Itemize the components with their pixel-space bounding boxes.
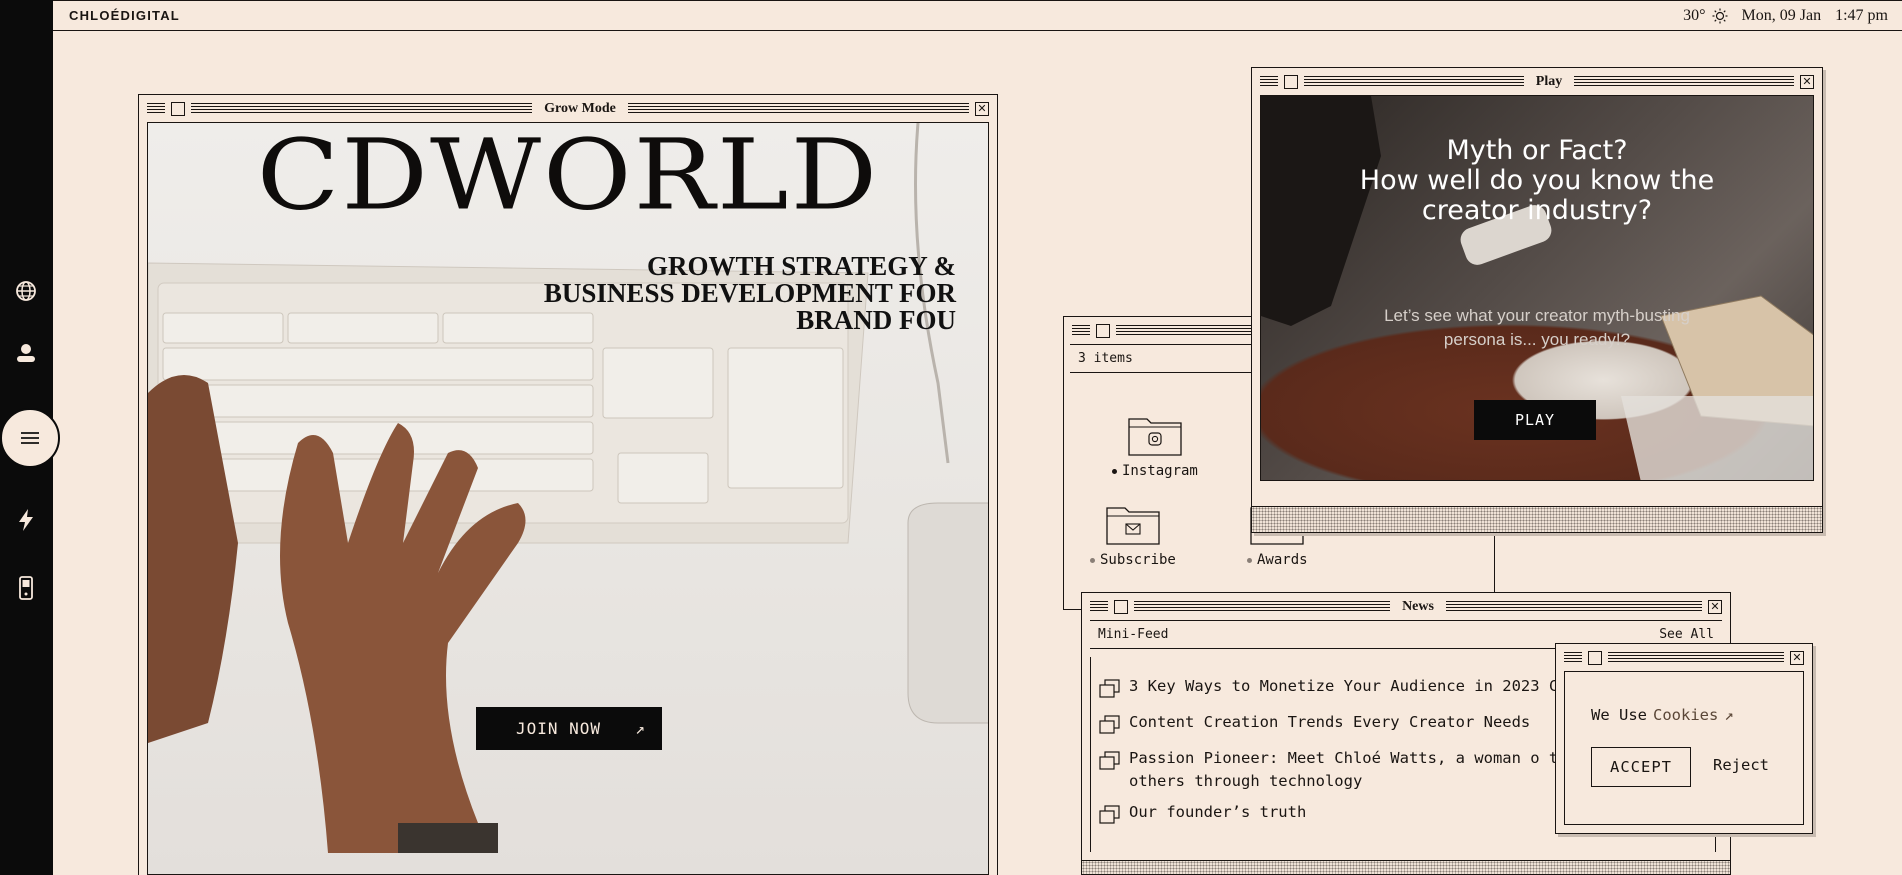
- play-titlebar[interactable]: Play ✕: [1252, 68, 1822, 95]
- subtext-line: persona is... you ready!?: [1443, 330, 1631, 349]
- copy-icon: [1099, 679, 1120, 698]
- close-icon[interactable]: ✕: [1708, 599, 1723, 614]
- news-item-title: Content Creation Trends Every Creator Ne…: [1129, 713, 1531, 731]
- menu-button[interactable]: [0, 408, 60, 468]
- status-area: 30° Mon, 09 Jan 1:47 pm: [1683, 7, 1888, 25]
- folder-label: Subscribe: [1090, 552, 1176, 568]
- globe-icon[interactable]: [12, 277, 40, 305]
- folder-subscribe[interactable]: Subscribe: [1090, 502, 1176, 568]
- heading-line: How well do you know the: [1359, 165, 1715, 196]
- maximize-box[interactable]: [1588, 650, 1602, 665]
- folder-label: Awards: [1247, 552, 1308, 568]
- window-title: Play: [1535, 73, 1563, 89]
- cookie-text: We Use: [1591, 706, 1647, 724]
- titlebar-lines: [1134, 600, 1391, 613]
- brand-logo[interactable]: CHLOÉDIGITAL: [69, 8, 180, 23]
- mini-feed-label: Mini-Feed: [1098, 627, 1169, 642]
- folder-label: Instagram: [1112, 463, 1198, 479]
- titlebar-lines: [1445, 600, 1703, 613]
- folder-label-text: Subscribe: [1100, 552, 1176, 568]
- titlebar-lines: [1608, 651, 1784, 664]
- sun-icon: [1712, 8, 1728, 23]
- copy-icon: [1099, 751, 1120, 770]
- maximize-box[interactable]: [1114, 599, 1128, 614]
- arrow-up-right-icon: ↗: [635, 719, 646, 738]
- headline-line: BUSINESS DEVELOPMENT FOR: [543, 278, 956, 308]
- hero-headline: GROWTH STRATEGY & BUSINESS DEVELOPMENT F…: [544, 253, 956, 334]
- sidebar: [0, 0, 60, 875]
- hero-logo: CDWORLD: [256, 122, 880, 232]
- close-icon[interactable]: ✕: [1800, 74, 1815, 89]
- play-heading: Myth or Fact? How well do you know the c…: [1261, 136, 1813, 226]
- grip-icon: [1072, 324, 1090, 337]
- cookies-link[interactable]: Cookies: [1653, 706, 1718, 724]
- grip-icon: [1260, 75, 1278, 88]
- arrow-up-right-icon: ↗: [1724, 706, 1734, 724]
- cookie-window: ✕ We Use Cookies ↗ ACCEPT Reject: [1555, 643, 1813, 834]
- grip-icon: [147, 102, 165, 115]
- hero-image: CDWORLD GROWTH STRATEGY & BUSINESS DEVEL…: [147, 122, 989, 875]
- phone-icon[interactable]: [12, 574, 40, 602]
- maximize-box[interactable]: [1096, 323, 1110, 338]
- heading-line: creator industry?: [1421, 195, 1653, 226]
- close-icon[interactable]: ✕: [1790, 650, 1804, 665]
- titlebar-lines: [191, 102, 533, 115]
- time: 1:47 pm: [1835, 6, 1888, 24]
- headline-line: GROWTH STRATEGY &: [646, 251, 956, 281]
- cookie-message: We Use Cookies ↗: [1591, 706, 1734, 724]
- grip-icon: [1090, 600, 1108, 613]
- close-icon[interactable]: ✕: [975, 101, 989, 116]
- copy-icon: [1099, 715, 1120, 734]
- join-now-label: JOIN NOW: [516, 719, 602, 738]
- grow-mode-titlebar[interactable]: Grow Mode ✕: [139, 95, 997, 122]
- instagram-icon: [1128, 418, 1182, 456]
- grow-mode-window: Grow Mode ✕ CDWORLD GROWTH STRATEGY & BU…: [138, 94, 998, 875]
- copy-icon: [1099, 805, 1120, 824]
- grip-icon: [1564, 651, 1582, 664]
- news-titlebar[interactable]: News ✕: [1082, 593, 1730, 620]
- maximize-box[interactable]: [171, 101, 185, 116]
- cookie-panel: We Use Cookies ↗ ACCEPT Reject: [1564, 671, 1804, 825]
- titlebar-lines: [1574, 75, 1795, 88]
- play-image: Myth or Fact? How well do you know the c…: [1260, 95, 1814, 481]
- menu-icon: [21, 432, 39, 444]
- folder-label-text: Awards: [1257, 552, 1308, 568]
- window-footer-strip: [1252, 506, 1822, 532]
- window-title: Grow Mode: [544, 100, 616, 116]
- heading-line: Myth or Fact?: [1446, 135, 1628, 166]
- user-icon[interactable]: [12, 339, 40, 367]
- see-all-link[interactable]: See All: [1659, 627, 1714, 642]
- join-now-button[interactable]: JOIN NOW ↗: [476, 707, 662, 750]
- play-window: Play ✕ Myth or Fact? How well do you kno…: [1251, 67, 1823, 533]
- maximize-box[interactable]: [1284, 74, 1298, 89]
- folder-instagram[interactable]: Instagram: [1112, 413, 1198, 479]
- news-item-title: 3 Key Ways to Monetize Your Audience in …: [1129, 677, 1615, 695]
- temperature: 30°: [1683, 6, 1706, 24]
- window-footer-strip: [1082, 860, 1730, 874]
- reject-button[interactable]: Reject: [1713, 756, 1769, 774]
- titlebar-lines: [1304, 75, 1524, 88]
- headline-line: BRAND FOU: [796, 305, 956, 335]
- news-item-title: Our founder’s truth: [1129, 803, 1307, 821]
- accept-button[interactable]: ACCEPT: [1591, 747, 1691, 787]
- titlebar-lines: [627, 102, 969, 115]
- window-title: News: [1402, 598, 1434, 614]
- top-bar: CHLOÉDIGITAL 30° Mon, 09 Jan 1:47 pm: [53, 0, 1902, 31]
- cookie-titlebar[interactable]: ✕: [1556, 644, 1812, 671]
- lightning-icon[interactable]: [12, 506, 40, 534]
- play-subtext: Let’s see what your creator myth-busting…: [1261, 304, 1813, 352]
- folder-label-text: Instagram: [1122, 463, 1198, 479]
- weather: 30°: [1683, 6, 1728, 25]
- play-button[interactable]: PLAY: [1474, 400, 1596, 440]
- mail-icon: [1106, 507, 1160, 545]
- date: Mon, 09 Jan: [1741, 6, 1822, 24]
- subtext-line: Let’s see what your creator myth-busting: [1384, 306, 1690, 325]
